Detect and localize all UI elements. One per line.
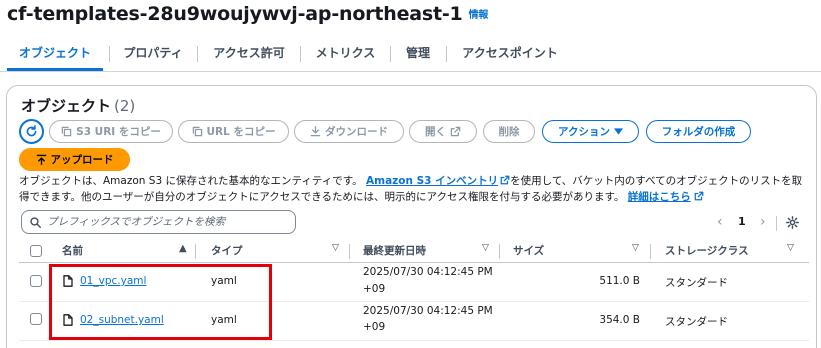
header-divider bbox=[19, 262, 809, 263]
open-button[interactable]: 開く bbox=[409, 120, 477, 143]
copy-s3-uri-label: S3 URI をコピー bbox=[76, 126, 161, 138]
column-divider bbox=[349, 244, 350, 259]
caret-down-icon bbox=[613, 128, 623, 135]
upload-label: アップロード bbox=[50, 154, 114, 166]
tab-divider bbox=[390, 46, 391, 62]
actions-label: アクション bbox=[558, 126, 610, 138]
tab-divider bbox=[446, 46, 447, 62]
page-number[interactable]: 1 bbox=[738, 215, 746, 228]
external-link-icon bbox=[694, 191, 704, 201]
row-checkbox[interactable] bbox=[30, 275, 42, 287]
copy-icon bbox=[192, 126, 202, 137]
sort-toggle-icon[interactable]: ▽ bbox=[482, 243, 489, 253]
select-all-checkbox[interactable] bbox=[30, 245, 42, 257]
tab-objects[interactable]: オブジェクト bbox=[7, 38, 103, 71]
download-label: ダウンロード bbox=[325, 126, 388, 138]
sort-toggle-icon[interactable]: ▽ bbox=[632, 243, 639, 253]
tab-bar: オブジェクト プロパティ アクセス許可 メトリクス 管理 アクセスポイント bbox=[0, 38, 821, 72]
bucket-title: cf-templates-28u9woujywvj-ap-northeast-1… bbox=[7, 3, 488, 25]
learn-more-label: 詳細はこちら bbox=[627, 191, 691, 203]
object-count: (2) bbox=[114, 97, 136, 115]
sort-toggle-icon[interactable]: ▽ bbox=[787, 243, 794, 253]
upload-button[interactable]: アップロード bbox=[19, 148, 130, 171]
objects-panel: オブジェクト (2) S3 URI をコピー URL をコピー ダウンロード 開く… bbox=[6, 85, 817, 348]
tab-properties[interactable]: プロパティ bbox=[116, 38, 190, 71]
open-label: 開く bbox=[425, 126, 446, 138]
object-storage-class: スタンダード bbox=[665, 316, 728, 328]
copy-s3-uri-button[interactable]: S3 URI をコピー bbox=[49, 120, 173, 143]
next-page-icon[interactable]: › bbox=[760, 214, 766, 230]
bucket-name: cf-templates-28u9woujywvj-ap-northeast-1 bbox=[7, 3, 463, 25]
external-link-icon bbox=[450, 126, 461, 137]
row-divider bbox=[19, 340, 809, 341]
copy-url-button[interactable]: URL をコピー bbox=[178, 120, 289, 143]
delete-label: 削除 bbox=[498, 126, 520, 138]
refresh-icon bbox=[26, 125, 37, 137]
tab-management[interactable]: 管理 bbox=[398, 38, 438, 71]
tab-divider bbox=[109, 46, 110, 62]
panel-title-text: オブジェクト bbox=[21, 97, 112, 115]
object-size: 511.0 B bbox=[599, 275, 640, 287]
sort-toggle-icon[interactable]: ▽ bbox=[332, 243, 339, 253]
download-icon bbox=[310, 126, 321, 137]
object-last-modified: 2025/07/30 04:12:45 PM bbox=[363, 305, 493, 317]
column-divider bbox=[195, 244, 196, 259]
create-folder-button[interactable]: フォルダの作成 bbox=[646, 120, 751, 143]
pager-divider bbox=[776, 216, 777, 231]
tab-divider bbox=[197, 46, 198, 62]
row-checkbox[interactable] bbox=[30, 313, 42, 325]
column-header-storage-class[interactable]: ストレージクラス bbox=[665, 242, 749, 260]
gear-icon[interactable] bbox=[786, 216, 799, 229]
description-text-1: オブジェクトは、Amazon S3 に保存された基本的なエンティティです。 bbox=[19, 175, 363, 187]
object-last-modified-tz: +09 bbox=[363, 283, 386, 295]
inventory-link-label: Amazon S3 インベントリ bbox=[366, 175, 499, 187]
object-size: 354.0 B bbox=[599, 314, 640, 326]
search-input[interactable] bbox=[47, 216, 277, 228]
tab-metrics[interactable]: メトリクス bbox=[308, 38, 383, 71]
copy-url-label: URL をコピー bbox=[206, 126, 276, 138]
objects-description: オブジェクトは、Amazon S3 に保存された基本的なエンティティです。 Am… bbox=[19, 173, 809, 205]
copy-icon bbox=[61, 126, 72, 137]
highlight-annotation bbox=[49, 264, 272, 340]
actions-dropdown[interactable]: アクション bbox=[542, 120, 639, 143]
download-button[interactable]: ダウンロード bbox=[294, 120, 404, 143]
panel-title: オブジェクト (2) bbox=[21, 95, 135, 116]
object-last-modified-tz: +09 bbox=[363, 321, 386, 333]
sort-ascending-icon[interactable]: ▲ bbox=[179, 243, 187, 254]
tab-divider bbox=[300, 46, 301, 62]
external-link-icon bbox=[500, 175, 510, 185]
column-header-name[interactable]: 名前 bbox=[62, 242, 83, 260]
search-icon bbox=[30, 216, 41, 228]
refresh-button[interactable] bbox=[19, 119, 44, 144]
column-header-type[interactable]: タイプ bbox=[211, 242, 243, 260]
column-header-last-modified[interactable]: 最終更新日時 bbox=[363, 242, 426, 260]
search-box[interactable] bbox=[21, 210, 296, 234]
learn-more-link[interactable]: 詳細はこちら bbox=[628, 191, 704, 203]
tab-access-points[interactable]: アクセスポイント bbox=[454, 38, 566, 71]
column-divider bbox=[499, 244, 500, 259]
column-header-size[interactable]: サイズ bbox=[513, 242, 544, 260]
column-divider bbox=[650, 244, 651, 259]
delete-button[interactable]: 削除 bbox=[483, 120, 535, 143]
object-storage-class: スタンダード bbox=[665, 277, 728, 289]
info-link[interactable]: 情報 bbox=[469, 10, 489, 21]
inventory-link[interactable]: Amazon S3 インベントリ bbox=[366, 175, 510, 187]
upload-icon bbox=[36, 154, 46, 165]
create-folder-label: フォルダの作成 bbox=[661, 126, 736, 138]
object-last-modified: 2025/07/30 04:12:45 PM bbox=[363, 266, 493, 278]
previous-page-icon[interactable]: ‹ bbox=[717, 214, 723, 230]
tab-permissions[interactable]: アクセス許可 bbox=[205, 38, 293, 71]
